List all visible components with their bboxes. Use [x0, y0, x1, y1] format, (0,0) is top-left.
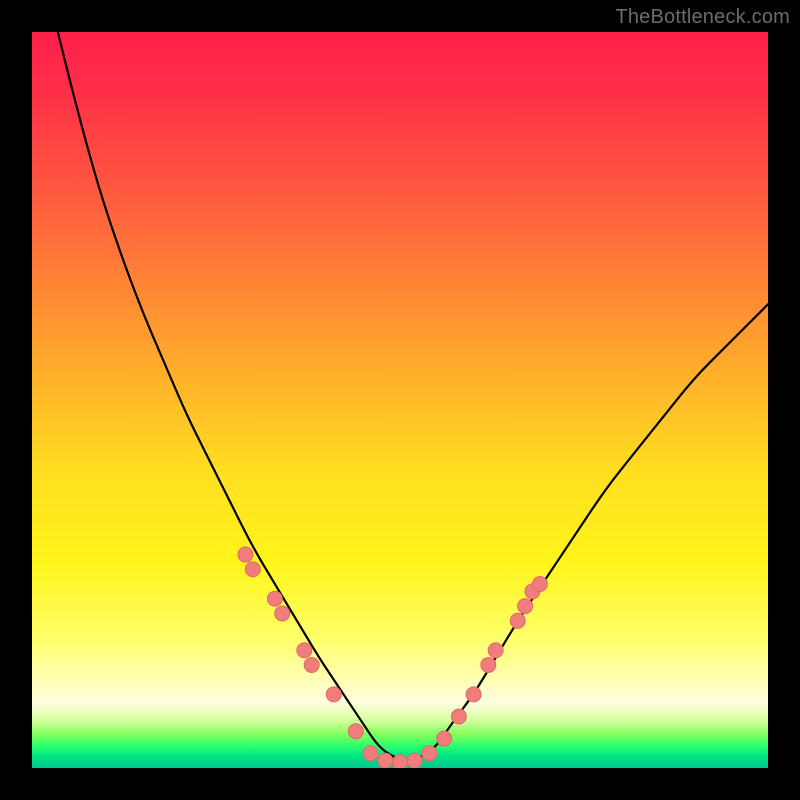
data-marker [304, 657, 319, 672]
data-marker [363, 746, 378, 761]
data-marker [393, 755, 408, 768]
data-marker [297, 643, 312, 658]
curve-layer [32, 32, 768, 768]
chart-frame: TheBottleneck.com [0, 0, 800, 800]
data-marker [518, 599, 533, 614]
data-marker [267, 591, 282, 606]
data-marker [245, 562, 260, 577]
data-marker [532, 577, 547, 592]
data-marker [378, 753, 393, 768]
data-marker [481, 657, 496, 672]
watermark-text: TheBottleneck.com [615, 6, 790, 29]
bottleneck-curve [32, 32, 768, 760]
data-marker [510, 613, 525, 628]
data-marker [422, 746, 437, 761]
data-marker [466, 687, 481, 702]
data-marker [326, 687, 341, 702]
data-marker [348, 724, 363, 739]
data-marker [451, 709, 466, 724]
data-marker [488, 643, 503, 658]
data-marker [437, 731, 452, 746]
data-marker [238, 547, 253, 562]
plot-area [32, 32, 768, 768]
data-marker [275, 606, 290, 621]
data-marker [407, 753, 422, 768]
